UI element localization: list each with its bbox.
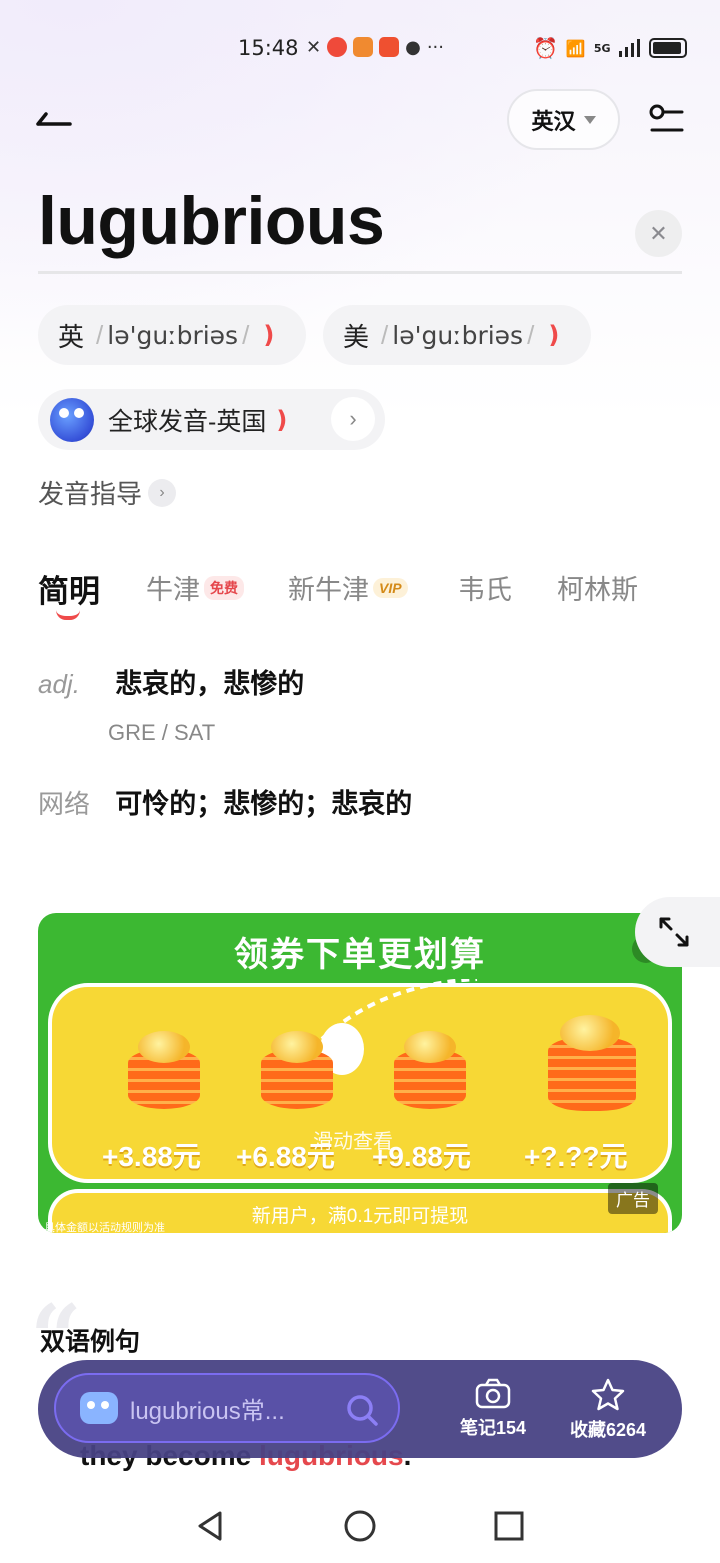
expand-icon [659, 917, 689, 947]
more-icon: ··· [426, 37, 444, 58]
ad-label: 广告 [608, 1183, 658, 1214]
definition-row: adj. 悲哀的，悲惨的 [38, 662, 304, 701]
search-underline [38, 271, 682, 274]
nav-back-icon[interactable] [192, 1508, 228, 1544]
slash: / [527, 319, 535, 350]
alarm-icon: ⏰ [533, 36, 558, 60]
speaker-icon: ) [263, 321, 275, 349]
language-selector[interactable]: 英汉 [507, 89, 620, 150]
caret-down-icon [583, 115, 596, 124]
camera-note-icon [475, 1378, 511, 1409]
search-icon [347, 1395, 378, 1426]
clear-button[interactable]: ✕ [635, 210, 682, 257]
vip-badge: VIP [373, 577, 408, 598]
expand-button[interactable] [635, 897, 720, 967]
global-pronunciation-label: 全球发音-英国 [108, 407, 267, 436]
ai-search-placeholder: lugubrious常... [130, 1397, 285, 1425]
status-bar: 15:48 ✕ ● ··· ⏰ 📶 5G [0, 30, 720, 68]
dictionary-tabs: 简明 牛津 免费 新牛津 VIP 韦氏 柯林斯 [0, 560, 720, 620]
wechat-icon: ● [405, 37, 421, 58]
us-pronunciation[interactable]: 美 / lə'guːbriəs / ) [323, 305, 591, 365]
system-icons: ⏰ 📶 5G [533, 36, 687, 60]
ad-banner[interactable]: 领券下单更划算 ✕ +3.88元 +6.88元 +9.88元 +?.??元 滑动… [38, 913, 682, 1233]
ad-fine-print: 具体金额以活动规则为准 [44, 1222, 165, 1233]
tab-collins[interactable]: 柯林斯 [557, 568, 638, 607]
uk-pronunciation[interactable]: 英 / lə'guːbriəs / ) [38, 305, 306, 365]
free-badge: 免费 [204, 575, 244, 600]
signal-icon [618, 39, 640, 57]
ad-amount: +3.88元 [102, 1141, 201, 1172]
coin-stack-icon [544, 1007, 640, 1113]
web-label: 网络 [38, 789, 91, 819]
slash: / [381, 319, 389, 350]
tab-oxford[interactable]: 牛津 免费 [146, 568, 244, 607]
tab-label: 新牛津 [288, 575, 369, 605]
language-label: 英汉 [531, 108, 576, 134]
ai-assistant-icon [80, 1392, 118, 1424]
filter-settings-icon [649, 104, 684, 132]
tab-webster[interactable]: 韦氏 [458, 568, 512, 607]
ad-swipe-hint: 滑动查看 [313, 1131, 393, 1153]
examples-section-title: 双语例句 [40, 1328, 141, 1356]
us-region-label: 美 [343, 321, 370, 352]
speaker-icon: ) [276, 405, 288, 434]
web-meaning: 可怜的；悲惨的；悲哀的 [115, 789, 413, 819]
tab-label: 柯林斯 [557, 575, 638, 605]
ad-title: 领券下单更划算 [234, 935, 486, 975]
exam-tags: GRE / SAT [108, 720, 216, 745]
tab-concise[interactable]: 简明 [38, 566, 100, 611]
ai-search-input[interactable]: lugubrious常... [54, 1373, 400, 1443]
notes-button[interactable]: 笔记154 [443, 1378, 543, 1440]
notes-label: 笔记154 [459, 1418, 527, 1438]
ad-amount: +?.??元 [524, 1141, 628, 1172]
tab-label: 韦氏 [458, 575, 512, 605]
definition-meaning: 悲哀的，悲惨的 [115, 669, 305, 699]
nav-recents-icon[interactable] [491, 1508, 527, 1544]
favorites-label: 收藏6264 [569, 1420, 647, 1440]
close-icon: ✕ [649, 220, 668, 246]
status-time: 15:48 [238, 36, 299, 60]
search-word[interactable]: lugubrious [38, 182, 385, 260]
coin-stack-icon [257, 1023, 337, 1113]
app-notification-icon [353, 37, 374, 57]
tab-label: 简明 [38, 574, 100, 609]
nav-home-icon[interactable] [342, 1508, 378, 1544]
system-nav-bar [0, 1490, 720, 1563]
uk-region-label: 英 [58, 321, 85, 352]
signal-label: 5G [593, 41, 611, 55]
slash: / [96, 319, 104, 350]
chevron-right-icon: › [148, 478, 177, 507]
back-button[interactable] [34, 100, 74, 136]
back-arrow-icon [36, 112, 72, 126]
us-ipa: lə'guːbriəs [392, 320, 524, 350]
chevron-right-icon: › [331, 397, 375, 441]
missed-call-icon: ✕ [306, 37, 322, 58]
star-icon [591, 1378, 625, 1411]
tab-new-oxford[interactable]: 新牛津 VIP [288, 568, 408, 607]
coin-stack-icon [124, 1023, 204, 1113]
app-notification-icon [379, 37, 400, 57]
uk-ipa: lə'guːbriəs [107, 320, 239, 350]
bottom-action-bar: lugubrious常... 笔记154 收藏6264 [38, 1360, 682, 1458]
wifi-icon: 📶 [565, 38, 586, 58]
mascot-avatar-icon [50, 397, 94, 442]
favorites-button[interactable]: 收藏6264 [553, 1378, 663, 1442]
pronunciation-guide-label: 发音指导 [38, 479, 143, 509]
part-of-speech: adj. [38, 669, 80, 699]
pronunciation-guide-link[interactable]: 发音指导 › [38, 474, 177, 511]
tab-label: 牛津 [146, 575, 200, 605]
web-definition-row: 网络 可怜的；悲惨的；悲哀的 [38, 782, 412, 821]
coin-stack-icon [390, 1023, 470, 1113]
global-pronunciation-button[interactable]: 全球发音-英国 ) › [38, 389, 385, 450]
settings-button[interactable] [646, 100, 686, 140]
speaker-icon: ) [548, 321, 560, 349]
battery-icon [648, 38, 687, 58]
notification-icons: ✕ ● ··· [306, 37, 444, 58]
slash: / [242, 319, 250, 350]
app-notification-icon [327, 37, 348, 57]
